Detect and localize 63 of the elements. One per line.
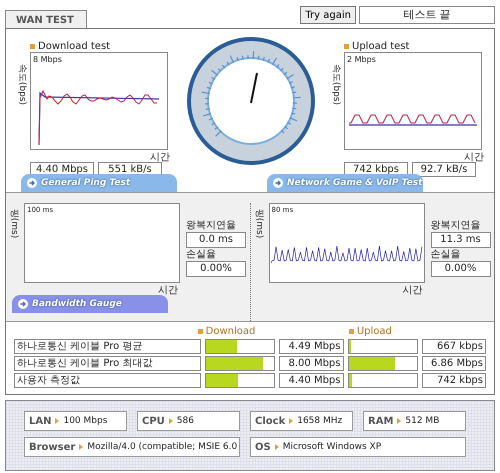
time-label: 시간 [149, 151, 171, 162]
column-header: Download [206, 326, 256, 337]
time-label: 시간 [402, 284, 422, 295]
section-tab[interactable]: Network Game & VoIP Test [267, 174, 423, 192]
info-label: RAM [368, 416, 394, 426]
bullet-icon [30, 44, 35, 49]
info-label: Browser [29, 442, 76, 452]
arrow-icon [274, 444, 279, 450]
arrow-icon [55, 418, 60, 424]
table-cell: 667 kbps [422, 339, 486, 354]
section-tab[interactable]: Bandwidth Gauge [12, 295, 168, 313]
axis-label: 핑(ms) [8, 208, 20, 238]
stat-value: 0.00% [186, 261, 246, 277]
info-label: LAN [29, 416, 52, 426]
stat-label: 손실율 [186, 248, 217, 261]
rate-value: 92.7 kB/s [412, 162, 476, 177]
info-value: 100 Mbps [63, 416, 108, 426]
axis-label: 속도(bps) [330, 64, 342, 106]
bullet-icon [344, 44, 349, 49]
arrow-icon [27, 178, 37, 188]
table-cell: 사용자 측정값 [14, 373, 201, 388]
info-value: 512 MB [405, 416, 440, 426]
bullet-icon [198, 329, 203, 334]
table-cell: 하나로통신 케이블 Pro 평균 [14, 339, 201, 354]
arrow-icon [168, 418, 173, 424]
status-field: 테스트 끝 [359, 6, 495, 24]
try-again-button[interactable]: Try again [300, 6, 356, 24]
wan-test-tab[interactable]: WAN TEST [5, 10, 87, 28]
scale-label: 8 Mbps [33, 55, 62, 64]
section-tab[interactable]: General Ping Test [21, 174, 177, 192]
stat-label: 왕복지연율 [186, 219, 237, 232]
arrow-icon [289, 418, 294, 424]
time-label: 시간 [463, 151, 485, 162]
stat-value: 11.3 ms [430, 232, 490, 248]
axis-label: 핑(ms) [253, 208, 265, 238]
stat-value: 0.00% [430, 261, 490, 277]
axis-label: 속도(bps) [16, 64, 28, 106]
info-value: Mozilla/4.0 (compatible; MSIE 6.0 [87, 442, 238, 452]
info-label: Clock [255, 416, 286, 426]
info-value: Microsoft Windows XP [282, 442, 382, 452]
time-label: 시간 [157, 284, 178, 295]
arrow-icon [18, 299, 28, 309]
stat-label: 손실율 [430, 248, 462, 261]
chart-title: Download test [38, 41, 110, 52]
stat-label: 왕복지연율 [430, 219, 482, 232]
table-cell: 4.40 Mbps [279, 373, 344, 388]
stat-value: 0.0 ms [186, 232, 246, 248]
table-cell: 4.49 Mbps [279, 339, 344, 354]
column-header: Upload [356, 326, 392, 337]
table-cell: 하나로통신 케이블 Pro 최대값 [14, 356, 201, 371]
table-cell: 8.00 Mbps [279, 356, 344, 371]
info-value: 1658 MHz [297, 416, 342, 426]
chart-title: Upload test [352, 41, 410, 52]
arrow-icon [397, 418, 402, 424]
info-label: CPU [142, 416, 165, 426]
info-label: OS [255, 442, 271, 452]
info-value: 586 [176, 416, 194, 426]
table-cell: 6.86 Mbps [422, 356, 486, 371]
arrow-icon [273, 178, 283, 188]
table-cell: 742 kbps [422, 373, 486, 388]
arrow-icon [79, 444, 84, 450]
scale-label: 2 Mbps [347, 55, 376, 64]
bullet-icon [348, 329, 354, 334]
